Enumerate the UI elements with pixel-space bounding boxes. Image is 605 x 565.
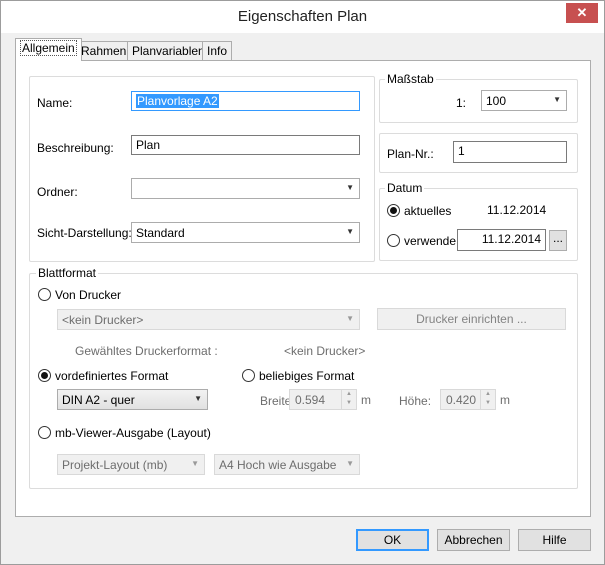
sicht-select[interactable]: Standard ▼ xyxy=(131,222,360,243)
chevron-down-icon: ▼ xyxy=(553,95,561,104)
drucker-value: <kein Drucker> xyxy=(62,313,144,327)
ausgabe-select: A4 Hoch wie Ausgabe ▼ xyxy=(214,454,360,475)
verwende-radio[interactable] xyxy=(387,234,400,247)
hoehe-label: Höhe: xyxy=(399,394,432,408)
name-label: Name: xyxy=(37,96,73,110)
close-button[interactable]: ✕ xyxy=(566,3,598,23)
gewaehltes-value: <kein Drucker> xyxy=(284,344,366,358)
beschreibung-label: Beschreibung: xyxy=(37,141,114,155)
massstab-select[interactable]: 100 ▼ xyxy=(481,90,567,111)
plan-nr-label: Plan-Nr.: xyxy=(387,147,434,161)
layout-select: Projekt-Layout (mb) ▼ xyxy=(57,454,205,475)
chevron-down-icon: ▼ xyxy=(346,314,354,323)
drucker-einrichten-button: Drucker einrichten ... xyxy=(377,308,566,330)
tab-allgemein[interactable]: Allgemein xyxy=(15,38,82,61)
verwende-date-field[interactable]: 11.12.2014 xyxy=(457,229,546,251)
spin-arrows-icon: ▲ ▼ xyxy=(341,390,356,409)
sicht-label: Sicht-Darstellung: xyxy=(37,226,132,240)
tab-label: Allgemein xyxy=(20,40,77,56)
close-icon: ✕ xyxy=(576,5,588,20)
tab-label: Info xyxy=(207,44,228,58)
von-drucker-label[interactable]: Von Drucker xyxy=(55,288,121,302)
dialog-window: Eigenschaften Plan ✕ Allgemein Rahmen Pl… xyxy=(0,0,605,565)
beschreibung-field[interactable]: Plan xyxy=(131,135,360,155)
massstab-legend: Maßstab xyxy=(385,72,436,86)
name-value: Planvorlage A2 xyxy=(136,94,219,108)
tab-info[interactable]: Info xyxy=(202,41,233,60)
chevron-down-icon: ▼ xyxy=(194,394,202,403)
window-title: Eigenschaften Plan xyxy=(237,8,368,25)
aktuelles-date: 11.12.2014 xyxy=(487,203,547,217)
chevron-down-icon: ▼ xyxy=(191,459,199,468)
massstab-prefix: 1: xyxy=(456,96,467,110)
hoehe-unit: m xyxy=(500,393,510,407)
massstab-value: 100 xyxy=(486,94,507,108)
title-bar: Eigenschaften Plan ✕ xyxy=(1,1,604,33)
aktuelles-label[interactable]: aktuelles xyxy=(404,204,451,218)
vordefiniert-select[interactable]: DIN A2 - quer ▼ xyxy=(57,389,208,410)
hoehe-spinner: 0.420 ▲ ▼ xyxy=(440,389,496,410)
breite-value: 0.594 xyxy=(295,393,326,407)
vordefiniert-label[interactable]: vordefiniertes Format xyxy=(55,369,168,383)
tab-label: Rahmen xyxy=(81,44,127,58)
vordefiniert-radio[interactable] xyxy=(38,369,51,382)
tab-panel-allgemein: Name: Planvorlage A2 Beschreibung: Plan … xyxy=(15,60,591,517)
chevron-down-icon: ▼ xyxy=(346,227,354,236)
tab-planvariablen[interactable]: Planvariablen xyxy=(127,41,210,60)
ausgabe-value: A4 Hoch wie Ausgabe xyxy=(219,458,337,472)
ordner-select[interactable]: ▼ xyxy=(131,178,360,199)
ok-button[interactable]: OK xyxy=(356,529,429,551)
breite-unit: m xyxy=(361,393,371,407)
ordner-label: Ordner: xyxy=(37,185,78,199)
gewaehltes-label: Gewähltes Druckerformat : xyxy=(75,344,218,358)
hilfe-button[interactable]: Hilfe xyxy=(518,529,591,551)
datum-legend: Datum xyxy=(385,181,425,195)
von-drucker-radio[interactable] xyxy=(38,288,51,301)
abbrechen-button[interactable]: Abbrechen xyxy=(437,529,510,551)
verwende-label[interactable]: verwende xyxy=(404,234,456,248)
viewer-radio[interactable] xyxy=(38,426,51,439)
date-picker-button[interactable]: ... xyxy=(549,230,567,251)
chevron-down-icon: ▼ xyxy=(346,459,354,468)
aktuelles-radio[interactable] xyxy=(387,204,400,217)
breite-spinner: 0.594 ▲ ▼ xyxy=(289,389,357,410)
plan-nr-field[interactable]: 1 xyxy=(453,141,567,163)
chevron-down-icon: ▼ xyxy=(346,183,354,192)
layout-value: Projekt-Layout (mb) xyxy=(62,458,168,472)
beliebiges-label[interactable]: beliebiges Format xyxy=(259,369,354,383)
sicht-value: Standard xyxy=(136,226,185,240)
spin-arrows-icon: ▲ ▼ xyxy=(480,390,495,409)
hoehe-value: 0.420 xyxy=(446,393,477,407)
viewer-label[interactable]: mb-Viewer-Ausgabe (Layout) xyxy=(55,426,211,440)
name-field[interactable]: Planvorlage A2 xyxy=(131,91,360,111)
beliebiges-radio[interactable] xyxy=(242,369,255,382)
drucker-select: <kein Drucker> ▼ xyxy=(57,309,360,330)
tab-rahmen[interactable]: Rahmen xyxy=(76,41,132,60)
blattformat-legend: Blattformat xyxy=(36,266,99,280)
vordefiniert-value: DIN A2 - quer xyxy=(62,393,135,407)
tab-label: Planvariablen xyxy=(132,44,205,58)
